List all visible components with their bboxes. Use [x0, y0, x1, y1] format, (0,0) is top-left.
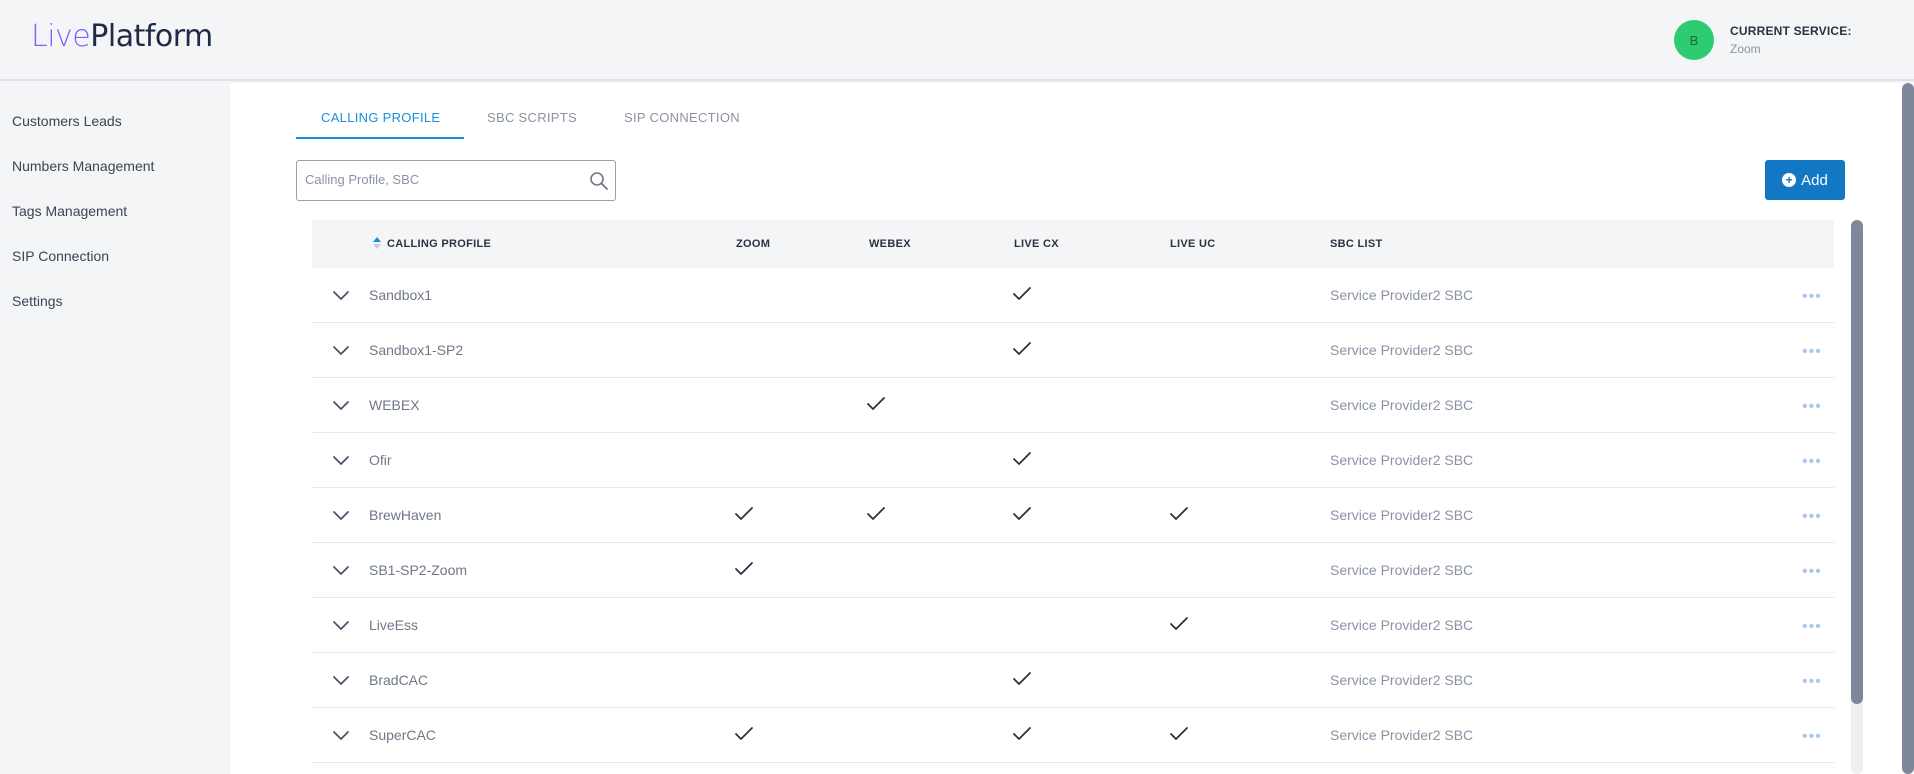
table-row[interactable]: WEBEX Service Provider2 SBC ••• — [312, 378, 1834, 433]
table-scrollbar-thumb[interactable] — [1851, 220, 1863, 704]
current-service-value: Zoom — [1730, 42, 1761, 56]
column-header-webex: WEBEX — [869, 238, 911, 250]
sbc-list-value: Service Provider2 SBC — [1330, 672, 1474, 688]
table-row[interactable]: LiveEss Service Provider2 SBC ••• — [312, 598, 1834, 653]
check-icon-zoom — [735, 562, 753, 575]
sidebar-item-numbers-management[interactable]: Numbers Management — [12, 158, 154, 174]
sbc-list-value: Service Provider2 SBC — [1330, 287, 1474, 303]
column-header-live-uc: LIVE UC — [1170, 238, 1216, 250]
more-horizontal-icon[interactable]: ••• — [1802, 618, 1822, 636]
more-horizontal-icon[interactable]: ••• — [1802, 508, 1822, 526]
page-scrollbar[interactable] — [1902, 83, 1914, 774]
add-button[interactable]: + Add — [1765, 160, 1845, 200]
current-service-label: CURRENT SERVICE: — [1730, 24, 1852, 38]
table-row[interactable]: SB1-SP2-Zoom Service Provider2 SBC ••• — [312, 543, 1834, 598]
sidebar: Customers Leads Numbers Management Tags … — [0, 83, 230, 774]
check-icon-live-uc — [1170, 507, 1188, 520]
sidebar-item-customers-leads[interactable]: Customers Leads — [12, 113, 122, 129]
table-row[interactable]: Sandbox1 Service Provider2 SBC ••• — [312, 268, 1834, 323]
more-horizontal-icon[interactable]: ••• — [1802, 343, 1822, 361]
chevron-down-icon[interactable] — [332, 341, 350, 359]
more-horizontal-icon[interactable]: ••• — [1802, 673, 1822, 691]
chevron-down-icon[interactable] — [332, 451, 350, 469]
calling-profile-name: Sandbox1 — [369, 287, 433, 303]
chevron-down-icon[interactable] — [332, 286, 350, 304]
chevron-down-icon[interactable] — [332, 561, 350, 579]
table-row[interactable]: Sandbox1-SP2 Service Provider2 SBC ••• — [312, 323, 1834, 378]
more-horizontal-icon[interactable]: ••• — [1802, 453, 1822, 471]
search-input[interactable]: Calling Profile, SBC — [296, 160, 616, 201]
active-tab-indicator — [296, 137, 464, 139]
sbc-list-value: Service Provider2 SBC — [1330, 562, 1474, 578]
check-icon-zoom — [735, 507, 753, 520]
calling-profile-name: LiveEss — [369, 617, 419, 633]
check-icon-live-uc — [1170, 727, 1188, 740]
more-horizontal-icon[interactable]: ••• — [1802, 728, 1822, 746]
check-icon-live-uc — [1170, 617, 1188, 630]
calling-profile-name: WEBEX — [369, 397, 420, 413]
app-header: Live Platform B CURRENT SERVICE: Zoom — [0, 0, 1914, 81]
plus-circle-icon: + — [1782, 173, 1797, 187]
chevron-down-icon[interactable] — [332, 616, 350, 634]
check-icon-live-cx — [1013, 507, 1031, 520]
calling-profile-name: Sandbox1-SP2 — [369, 342, 464, 358]
app-logo[interactable]: Live Platform — [31, 18, 213, 54]
check-icon-zoom — [735, 727, 753, 740]
chevron-down-icon[interactable] — [332, 671, 350, 689]
sidebar-item-settings[interactable]: Settings — [12, 293, 63, 309]
calling-profile-name: Ofir — [369, 452, 392, 468]
chevron-down-icon[interactable] — [332, 396, 350, 414]
table-row[interactable]: BrewHaven Service Provider2 SBC ••• — [312, 488, 1834, 543]
column-header-sbc-list: SBC LIST — [1330, 238, 1383, 250]
column-header-live-cx: LIVE CX — [1014, 238, 1059, 250]
tab-sbc-scripts[interactable]: SBC SCRIPTS — [487, 110, 577, 125]
sidebar-item-tags-management[interactable]: Tags Management — [12, 203, 127, 219]
main-content: CALLING PROFILE SBC SCRIPTS SIP CONNECTI… — [230, 83, 1914, 774]
check-icon-webex — [867, 397, 885, 410]
sbc-list-value: Service Provider2 SBC — [1330, 507, 1474, 523]
more-horizontal-icon[interactable]: ••• — [1802, 563, 1822, 581]
calling-profile-name: SB1-SP2-Zoom — [369, 562, 468, 578]
add-button-label: Add — [1801, 171, 1828, 189]
calling-profile-name: SuperCAC — [369, 727, 436, 743]
calling-profile-name: BradCAC — [369, 672, 429, 688]
table-header: CALLING PROFILE ZOOM WEBEX LIVE CX LIVE … — [312, 220, 1834, 268]
logo-platform-text: Platform — [90, 18, 213, 54]
check-icon-webex — [867, 507, 885, 520]
search-placeholder: Calling Profile, SBC — [305, 172, 420, 187]
sbc-list-value: Service Provider2 SBC — [1330, 397, 1474, 413]
chevron-down-icon[interactable] — [332, 506, 350, 524]
table-row[interactable]: BradCAC Service Provider2 SBC ••• — [312, 653, 1834, 708]
avatar[interactable]: B — [1674, 20, 1714, 60]
search-icon[interactable] — [589, 171, 609, 191]
check-icon-live-cx — [1013, 287, 1031, 300]
sbc-list-value: Service Provider2 SBC — [1330, 617, 1474, 633]
table-row[interactable]: SuperCAC Service Provider2 SBC ••• — [312, 708, 1834, 763]
check-icon-live-cx — [1013, 672, 1031, 685]
more-horizontal-icon[interactable]: ••• — [1802, 398, 1822, 416]
check-icon-live-cx — [1013, 342, 1031, 355]
column-header-calling-profile[interactable]: CALLING PROFILE — [387, 238, 491, 250]
chevron-down-icon[interactable] — [332, 726, 350, 744]
table-row[interactable]: Ofir Service Provider2 SBC ••• — [312, 433, 1834, 488]
tab-sip-connection[interactable]: SIP CONNECTION — [624, 110, 740, 125]
sidebar-item-sip-connection[interactable]: SIP Connection — [12, 248, 109, 264]
logo-live-text: Live — [31, 18, 91, 54]
sbc-list-value: Service Provider2 SBC — [1330, 727, 1474, 743]
sbc-list-value: Service Provider2 SBC — [1330, 452, 1474, 468]
check-icon-live-cx — [1013, 452, 1031, 465]
column-header-zoom: ZOOM — [736, 238, 771, 250]
sort-icon[interactable] — [372, 235, 382, 251]
more-horizontal-icon[interactable]: ••• — [1802, 288, 1822, 306]
sbc-list-value: Service Provider2 SBC — [1330, 342, 1474, 358]
tab-calling-profile[interactable]: CALLING PROFILE — [321, 110, 440, 125]
calling-profile-name: BrewHaven — [369, 507, 442, 523]
check-icon-live-cx — [1013, 727, 1031, 740]
